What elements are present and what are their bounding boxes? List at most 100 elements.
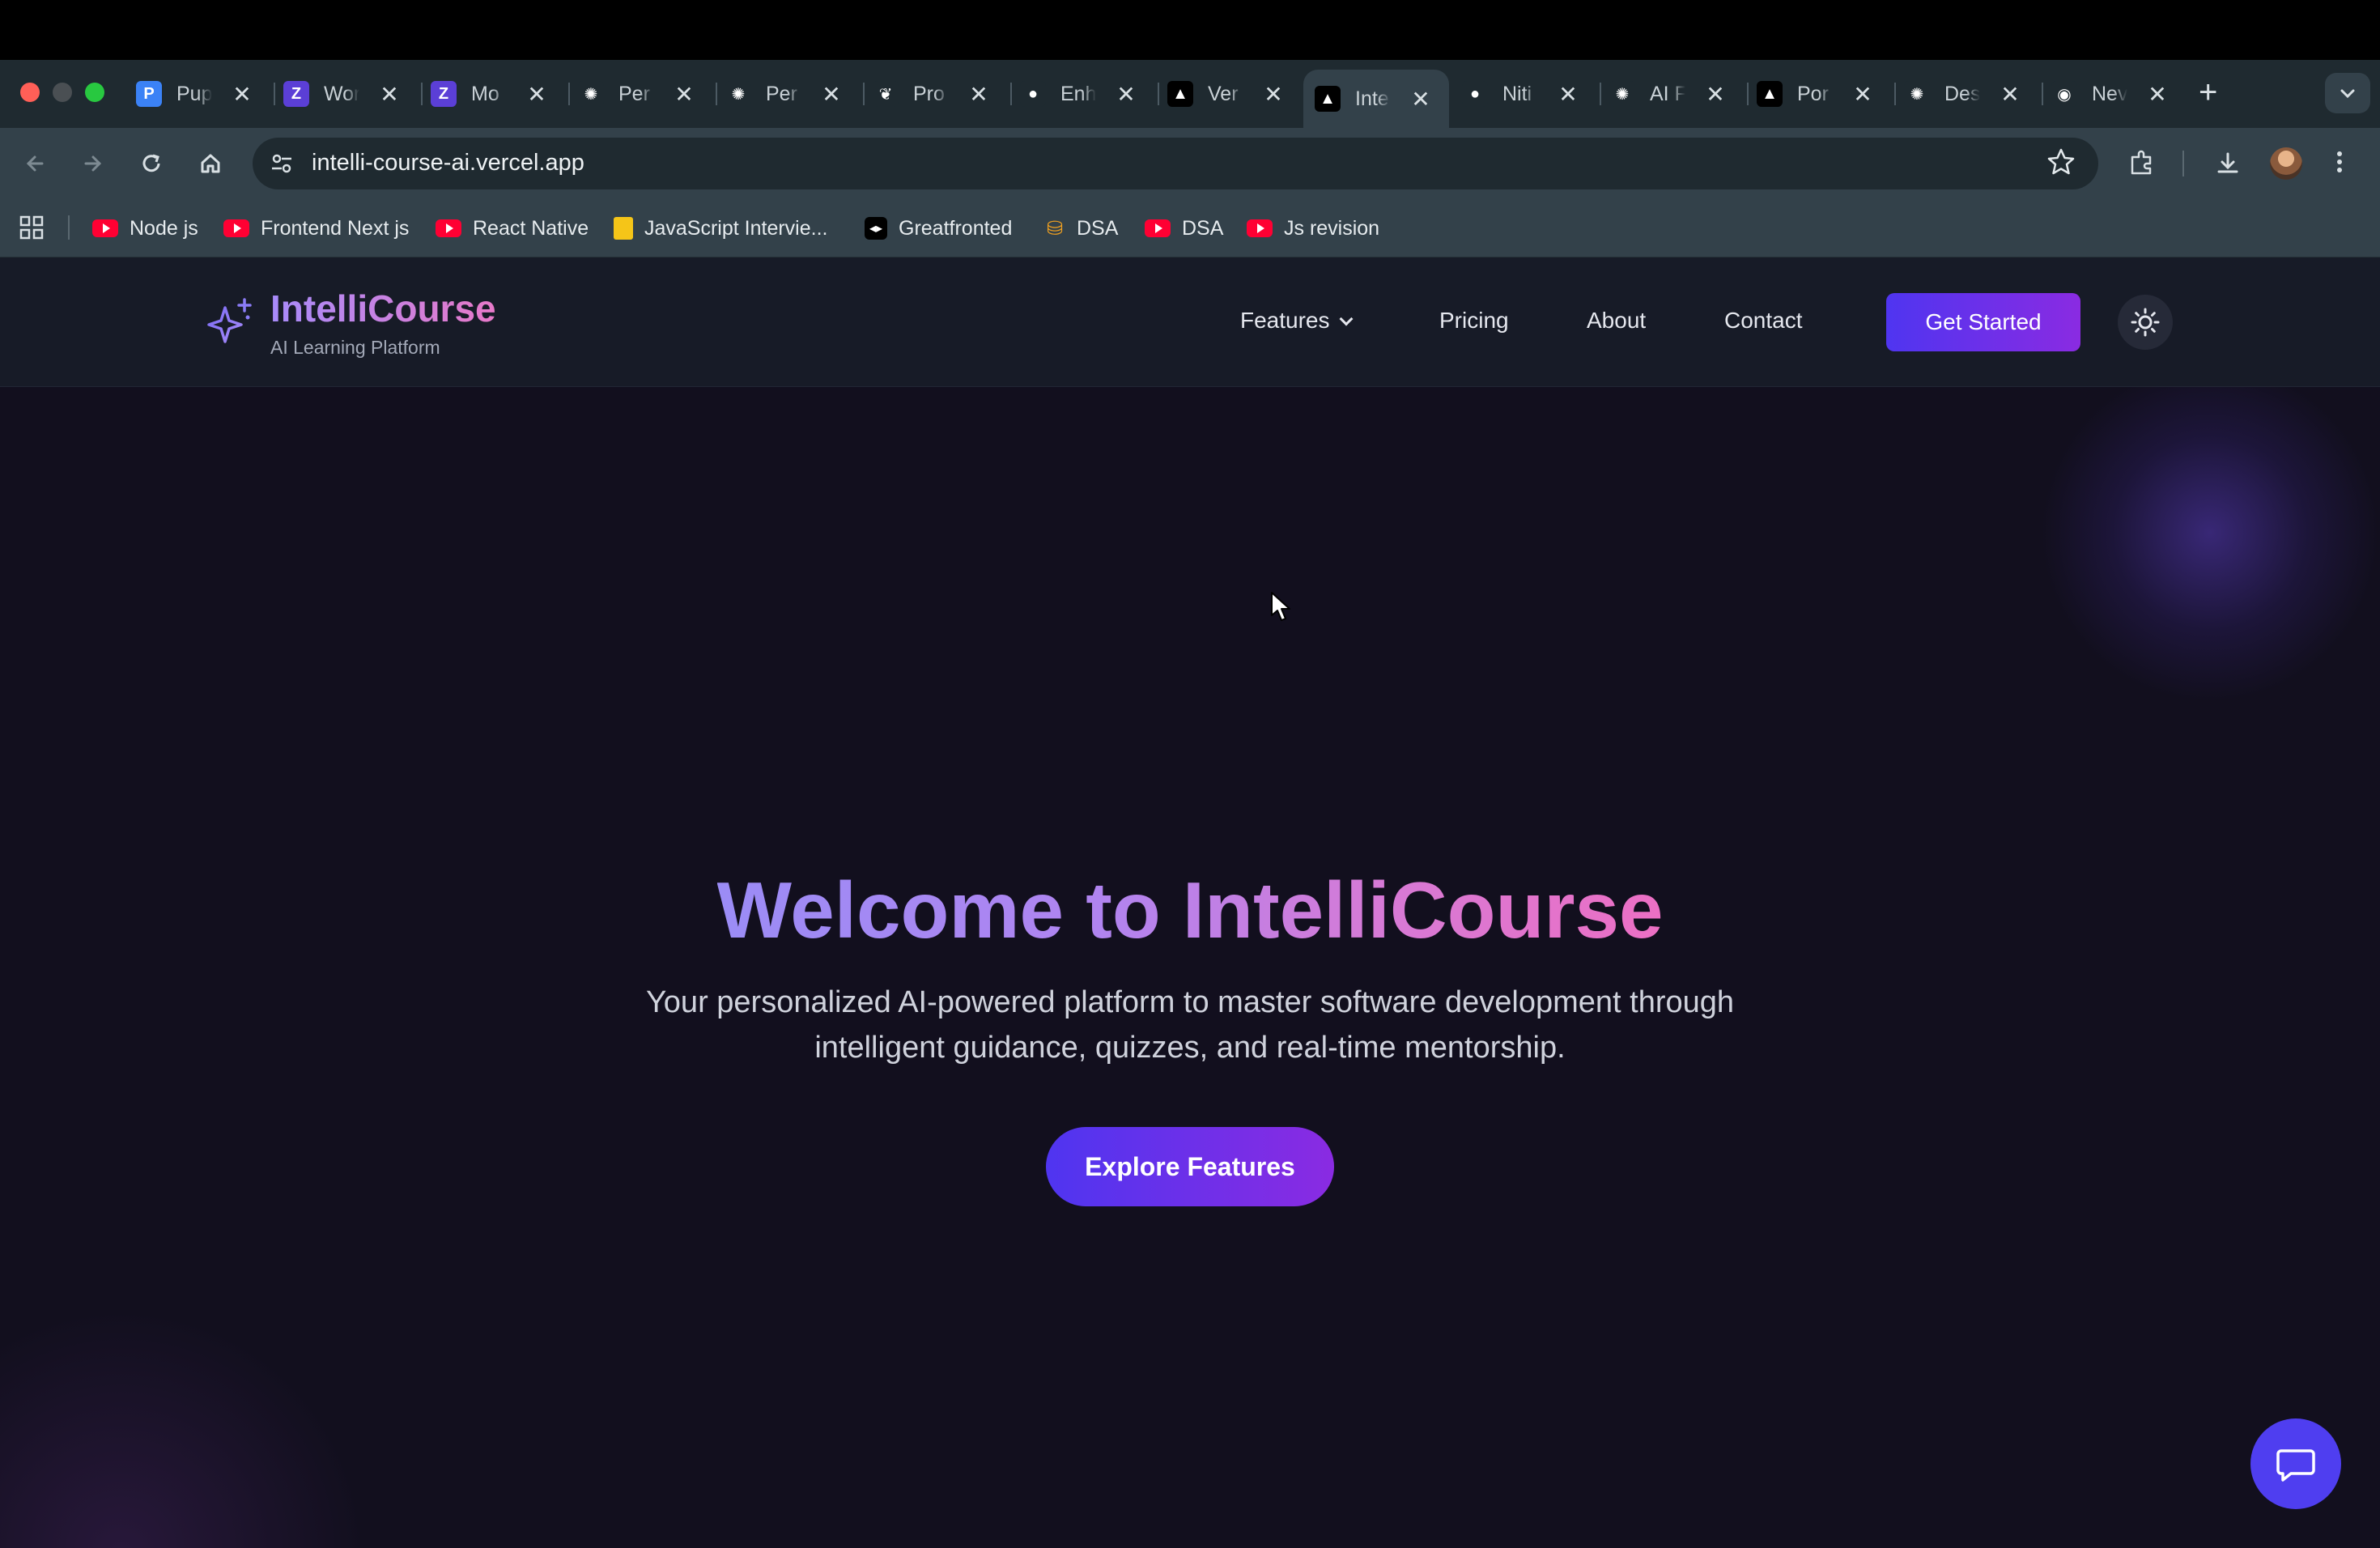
close-tab-icon[interactable]: ✕ [1556,81,1580,108]
brand-tagline: AI Learning Platform [270,337,440,358]
explore-features-button[interactable]: Explore Features [1046,1127,1334,1206]
close-tab-icon[interactable]: ✕ [230,81,254,108]
forward-button[interactable] [74,146,110,181]
maximize-window-button[interactable] [85,83,104,102]
bookmark-item[interactable]: ⛁ DSA [1044,214,1118,243]
bookmark-item[interactable]: JavaScript Intervie... [614,214,827,243]
os-menubar [0,0,2380,60]
close-tab-icon[interactable]: ✕ [1409,86,1433,113]
bookmark-label: DSA [1182,216,1224,240]
browser-tab[interactable]: ✺ Des ✕ [1904,70,2022,118]
browser-tab[interactable]: ● Enh ✕ [1020,70,1138,118]
browser-tab[interactable]: ◉ Nev ✕ [2051,70,2170,118]
tab-title: Pro [913,82,945,105]
tab-separator [421,83,423,105]
browser-tab[interactable]: Z Mo ✕ [431,70,549,118]
close-tab-icon[interactable]: ✕ [2145,81,2170,108]
site-settings-icon[interactable] [267,149,296,178]
browser-tab[interactable]: ✺ Per ✕ [725,70,844,118]
theme-toggle-button[interactable] [2118,295,2173,350]
home-button[interactable] [193,146,228,181]
nav-contact[interactable]: Contact [1724,308,1803,334]
hero-subtitle-line: Your personalized AI-powered platform to… [645,985,1735,1019]
url-text[interactable]: intelli-course-ai.vercel.app [312,150,584,176]
github-icon: ● [1020,81,1046,107]
bookmark-label: JavaScript Intervie... [644,216,828,240]
sparkles-icon [207,298,252,343]
openai-icon: ✺ [725,81,751,107]
bookmark-item[interactable]: Frontend Next js [223,214,409,243]
youtube-icon [92,219,118,237]
sun-icon [2131,308,2160,337]
dsa-icon: ⛁ [1046,217,1064,240]
browser-tab[interactable]: Z Wor ✕ [283,70,402,118]
bookmark-item[interactable]: ◂▸ Greatfronted [865,214,1012,243]
profile-avatar[interactable] [2270,147,2302,180]
bookmark-item[interactable]: Js revision [1247,214,1379,243]
bookmark-star-icon[interactable] [2045,146,2077,178]
z-icon: Z [283,81,309,107]
greatfrontend-icon: ◂▸ [865,217,887,240]
github-icon: ● [1462,81,1488,107]
browser-tab[interactable]: ▲ Ver ✕ [1167,70,1286,118]
nav-pricing[interactable]: Pricing [1439,308,1509,334]
close-tab-icon[interactable]: ✕ [1703,81,1728,108]
browser-tab[interactable]: ● Niti ✕ [1462,70,1580,118]
bookmark-item[interactable]: Node js [92,214,198,243]
browser-tab[interactable]: ✺ Per ✕ [578,70,696,118]
more-menu-icon[interactable] [2331,144,2348,180]
close-tab-icon[interactable]: ✕ [377,81,402,108]
close-tab-icon[interactable]: ✕ [1998,81,2022,108]
close-window-button[interactable] [20,83,40,102]
bookmark-item[interactable]: DSA [1145,214,1223,243]
arrow-left-icon [26,155,44,172]
hero-subtitle: Your personalized AI-powered platform to… [567,980,1813,1070]
close-tab-icon[interactable]: ✕ [1851,81,1875,108]
tab-separator [1010,83,1012,105]
leaf-icon: ❦ [873,81,899,107]
browser-tab[interactable]: ▲ Por ✕ [1757,70,1875,118]
close-tab-icon[interactable]: ✕ [1114,81,1138,108]
tab-title: Nev [2092,82,2127,105]
extensions-icon[interactable] [2124,146,2160,181]
tab-title: Mo [471,82,499,105]
tab-separator [274,83,275,105]
tab-title: Per [766,82,797,105]
tab-separator [1894,83,1896,105]
tab-title: AI F [1650,82,1685,105]
youtube-icon [1145,219,1171,237]
new-tab-button[interactable]: + [2199,76,2217,108]
tab-title: Wor [324,82,359,105]
close-tab-icon[interactable]: ✕ [672,81,696,108]
apps-grid-icon[interactable] [19,215,44,240]
bookmark-item[interactable]: React Native [436,214,589,243]
close-tab-icon[interactable]: ✕ [1261,81,1286,108]
back-button[interactable] [18,146,53,181]
bookmark-label: Greatfronted [899,216,1013,240]
minimize-window-button[interactable] [53,83,72,102]
chat-button[interactable] [2250,1418,2341,1509]
nav-features[interactable]: Features [1240,308,1353,334]
nav-about[interactable]: About [1587,308,1646,334]
youtube-icon [223,219,249,237]
tab-title: Niti [1502,82,1532,105]
reload-button[interactable] [134,146,169,181]
tab-separator [1158,83,1159,105]
youtube-icon [436,219,461,237]
get-started-button[interactable]: Get Started [1886,293,2080,351]
close-tab-icon[interactable]: ✕ [819,81,844,108]
brand-name[interactable]: IntelliCourse [270,287,496,330]
browser-tab[interactable]: P Pup ✕ [136,70,254,118]
bookmark-label: DSA [1077,216,1119,240]
tab-title: Enh [1060,82,1096,105]
download-icon[interactable] [2210,146,2246,181]
tab-title: Ver [1208,82,1239,105]
browser-tab[interactable]: ▲ Inte ✕ [1303,70,1449,128]
close-tab-icon[interactable]: ✕ [525,81,549,108]
browser-tab[interactable]: ✺ AI F ✕ [1609,70,1728,118]
close-tab-icon[interactable]: ✕ [967,81,991,108]
bookmark-label: Node js [130,216,198,240]
tab-search-button[interactable] [2325,73,2370,113]
browser-tab[interactable]: ❦ Pro ✕ [873,70,991,118]
z-icon: Z [431,81,457,107]
